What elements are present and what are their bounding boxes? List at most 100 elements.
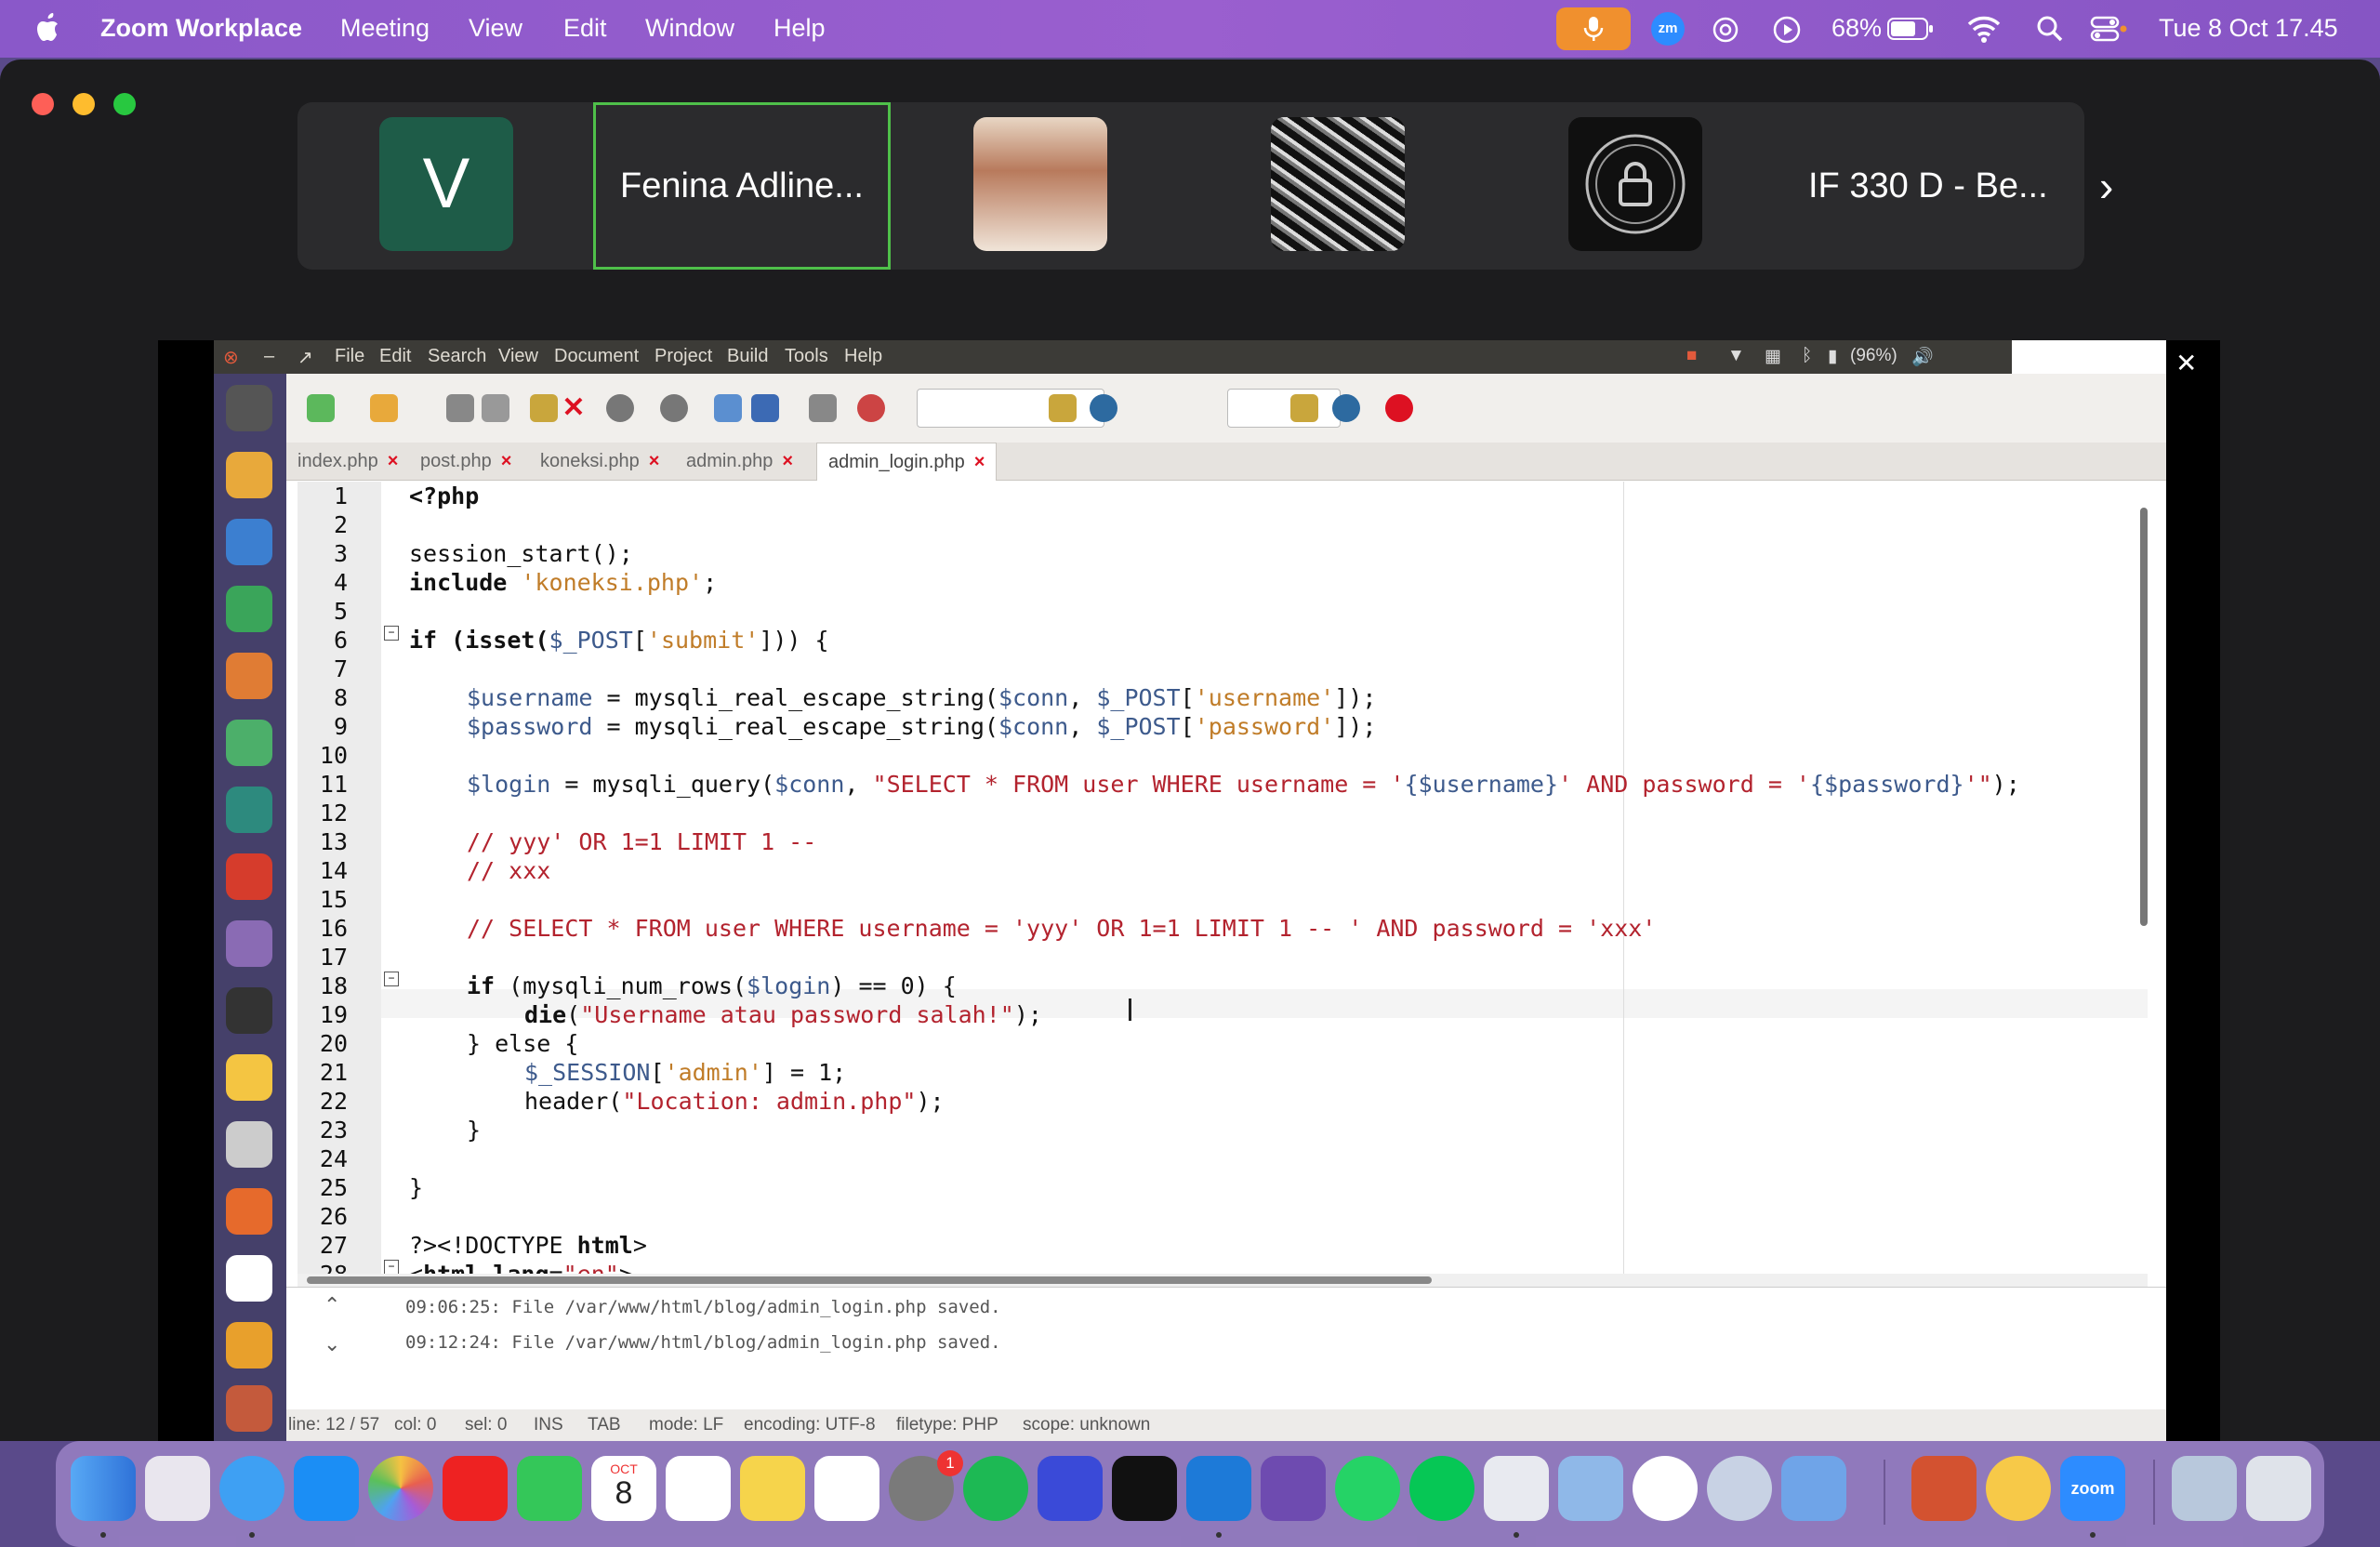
horizontal-scrollbar[interactable] <box>298 1274 2148 1287</box>
menu-edit-geany[interactable]: Edit <box>379 346 411 367</box>
trash-icon[interactable] <box>226 1385 272 1432</box>
goto-line-input[interactable] <box>1227 389 1341 428</box>
launchpad-icon[interactable] <box>145 1456 210 1521</box>
vertical-scrollbar[interactable] <box>2140 508 2148 926</box>
minimize-window-button[interactable] <box>73 93 95 115</box>
vscode-icon[interactable] <box>1186 1456 1251 1521</box>
seller-app-icon[interactable] <box>1038 1456 1103 1521</box>
chrome-icon[interactable] <box>226 1054 272 1101</box>
trash-dock-icon[interactable] <box>2246 1456 2311 1521</box>
whatsapp-icon[interactable] <box>1335 1456 1400 1521</box>
search-go-icon[interactable] <box>1049 394 1077 422</box>
tab-close-icon[interactable]: × <box>388 451 399 471</box>
facetime-icon[interactable] <box>517 1456 582 1521</box>
menu-file[interactable]: File <box>335 346 364 367</box>
text-editor-icon[interactable] <box>226 920 272 967</box>
terminal-icon[interactable] <box>226 853 272 900</box>
chatgpt-icon[interactable] <box>1711 15 1740 45</box>
window-restore-icon[interactable]: ↗ <box>298 346 313 369</box>
participant-avatar-lock[interactable] <box>1568 117 1702 251</box>
apple-logo-icon[interactable] <box>35 13 63 43</box>
fold-marker-icon[interactable]: − <box>384 626 399 641</box>
calendar-icon[interactable]: OCT 8 <box>591 1456 656 1521</box>
bluetooth-icon[interactable]: ᛒ <box>1802 346 1812 366</box>
safari-icon[interactable] <box>219 1456 284 1521</box>
tab-close-icon[interactable]: × <box>649 451 660 471</box>
close-file-icon[interactable]: ✕ <box>560 394 588 422</box>
geany-icon[interactable] <box>226 1255 272 1302</box>
reminders-icon[interactable] <box>666 1456 731 1521</box>
zoom-dock-icon[interactable]: zoom <box>2060 1456 2125 1521</box>
zoom-tray-icon[interactable]: zm <box>1651 12 1685 46</box>
tab-close-icon[interactable]: × <box>974 452 985 472</box>
iphone-mirroring-icon[interactable] <box>1781 1456 1846 1521</box>
open-file-icon[interactable] <box>370 394 398 422</box>
tab-koneksi-php[interactable]: koneksi.php × <box>529 443 670 480</box>
participant-tile-class[interactable]: IF 330 D - Be... <box>1808 102 2048 270</box>
new-file-icon[interactable] <box>307 394 335 422</box>
webcam-icon[interactable] <box>226 1121 272 1168</box>
color-chooser-icon[interactable] <box>857 394 885 422</box>
compile-icon[interactable] <box>714 394 742 422</box>
fold-marker-icon[interactable]: − <box>384 972 399 986</box>
spotify-icon[interactable] <box>963 1456 1028 1521</box>
fold-marker-icon[interactable]: − <box>384 1260 399 1274</box>
menu-build[interactable]: Build <box>727 346 768 367</box>
close-icon[interactable]: ✕ <box>2175 348 2197 378</box>
firefox-icon[interactable] <box>226 1188 272 1235</box>
tab-admin-php[interactable]: admin.php × <box>675 443 804 480</box>
window-minimize-icon[interactable]: – <box>264 346 274 367</box>
menu-view-geany[interactable]: View <box>498 346 538 367</box>
tips-icon[interactable] <box>1986 1456 2051 1521</box>
youtube-icon[interactable] <box>443 1456 508 1521</box>
participant-tile-v[interactable]: V <box>379 117 513 251</box>
next-participants-arrow[interactable]: › <box>2099 102 2113 270</box>
powerpoint-icon[interactable] <box>1911 1456 1977 1521</box>
goto-line-icon[interactable] <box>1290 394 1318 422</box>
save-icon[interactable] <box>446 394 474 422</box>
tray-battery-icon[interactable]: ▮ <box>1828 346 1837 367</box>
participant-avatar-anime-girl[interactable] <box>973 117 1107 251</box>
microphone-indicator[interactable] <box>1556 7 1631 50</box>
files-icon[interactable] <box>226 452 272 498</box>
tab-close-icon[interactable]: × <box>782 451 793 471</box>
close-window-button[interactable] <box>32 93 54 115</box>
app-store-icon[interactable] <box>294 1456 359 1521</box>
github-desktop-icon[interactable] <box>1261 1456 1326 1521</box>
horizontal-scroll-thumb[interactable] <box>307 1276 1432 1284</box>
clock-datetime[interactable]: Tue 8 Oct 17.45 <box>2159 14 2338 43</box>
participant-avatar-manga[interactable] <box>1271 117 1405 251</box>
menu-tools[interactable]: Tools <box>785 346 828 367</box>
battery-icon[interactable] <box>1887 17 1934 41</box>
installer-icon[interactable] <box>226 1322 272 1368</box>
menu-meeting[interactable]: Meeting <box>340 14 430 43</box>
menu-view[interactable]: View <box>469 14 522 43</box>
menu-edit[interactable]: Edit <box>563 14 607 43</box>
screenshot-icon[interactable] <box>226 987 272 1034</box>
chatgpt-dock-icon[interactable] <box>1633 1456 1698 1521</box>
menu-document[interactable]: Document <box>554 346 639 367</box>
volume-icon[interactable]: 🔊 <box>1911 346 1934 368</box>
toggle-app-icon[interactable] <box>226 720 272 766</box>
panel-up-arrow-icon[interactable]: ⌃ <box>324 1293 340 1317</box>
impress-icon[interactable] <box>226 653 272 699</box>
app-name[interactable]: Zoom Workplace <box>100 14 302 43</box>
menu-help[interactable]: Help <box>774 14 826 43</box>
freeform-icon[interactable] <box>814 1456 879 1521</box>
control-center-icon[interactable] <box>2090 15 2127 43</box>
execute-icon[interactable] <box>809 394 837 422</box>
jump-icon[interactable] <box>1332 394 1360 422</box>
window-close-icon[interactable]: ⊗ <box>223 346 239 369</box>
menu-search[interactable]: Search <box>428 346 486 367</box>
play-icon[interactable] <box>1772 15 1802 45</box>
participant-tile-active-speaker[interactable]: Fenina Adline... <box>593 102 891 270</box>
xcode-icon[interactable] <box>1484 1456 1549 1521</box>
settings-gear-icon[interactable] <box>1707 1456 1772 1521</box>
tab-admin-login-php[interactable]: admin_login.php × <box>816 443 998 481</box>
quit-icon[interactable] <box>1385 394 1413 422</box>
keyboard-icon[interactable]: ▦ <box>1765 346 1781 367</box>
menu-project[interactable]: Project <box>654 346 712 367</box>
revert-icon[interactable] <box>530 394 558 422</box>
tiktok-icon[interactable] <box>1112 1456 1177 1521</box>
preview-icon[interactable] <box>1558 1456 1623 1521</box>
